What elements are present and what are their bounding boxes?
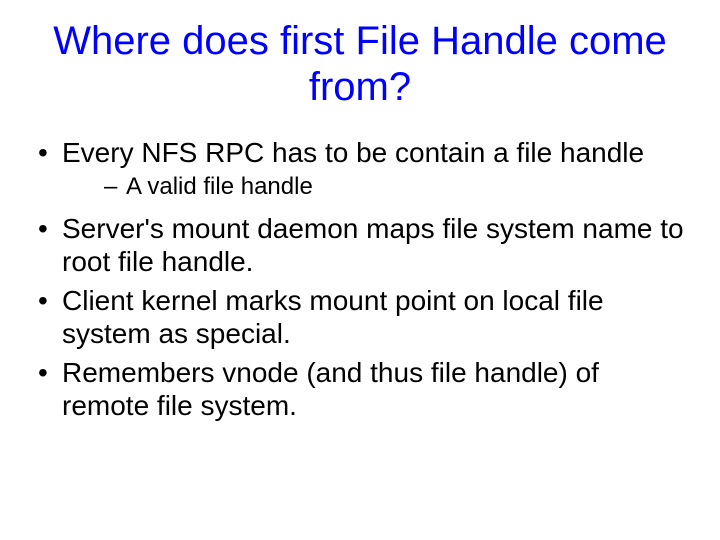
slide-title: Where does first File Handle come from? (28, 18, 692, 110)
list-item: Remembers vnode (and thus file handle) o… (28, 356, 692, 422)
bullet-list: Every NFS RPC has to be contain a file h… (28, 136, 692, 422)
list-item-text: A valid file handle (126, 173, 313, 200)
list-item: Client kernel marks mount point on local… (28, 284, 692, 350)
slide: Where does first File Handle come from? … (0, 0, 720, 540)
list-item: Every NFS RPC has to be contain a file h… (28, 136, 692, 202)
list-item: A valid file handle (62, 173, 692, 202)
sub-bullet-list: A valid file handle (62, 173, 692, 202)
list-item-text: Every NFS RPC has to be contain a file h… (62, 137, 644, 168)
list-item-text: Client kernel marks mount point on local… (62, 285, 604, 349)
list-item-text: Server's mount daemon maps file system n… (62, 213, 684, 277)
list-item-text: Remembers vnode (and thus file handle) o… (62, 357, 599, 421)
list-item: Server's mount daemon maps file system n… (28, 212, 692, 278)
